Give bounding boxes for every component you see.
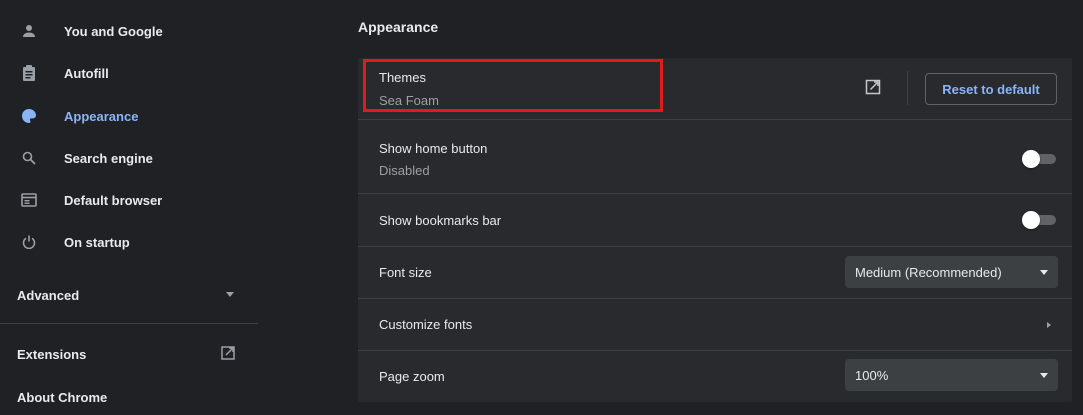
reset-theme-button[interactable]: Reset to default [925, 73, 1057, 105]
page-zoom-select[interactable]: 100% [845, 359, 1058, 391]
home-button-row[interactable]: Show home button Disabled [358, 120, 1072, 182]
advanced-expander[interactable]: Advanced [0, 276, 255, 314]
advanced-label: Advanced [17, 287, 80, 303]
chevron-down-icon [226, 292, 234, 297]
open-in-new-icon[interactable] [865, 79, 881, 95]
sidebar-item-label: Default browser [64, 192, 163, 208]
browser-icon [20, 191, 38, 209]
toggle-knob [1022, 211, 1040, 229]
person-icon [20, 22, 38, 40]
open-in-new-icon[interactable] [221, 346, 235, 360]
page-zoom-label: Page zoom [379, 369, 445, 384]
bookmarks-bar-row[interactable]: Show bookmarks bar [358, 194, 1072, 246]
home-button-label: Show home button [379, 141, 488, 156]
about-chrome-link[interactable]: About Chrome [17, 390, 107, 405]
dropdown-arrow-icon [1040, 270, 1048, 275]
sidebar-divider [0, 323, 258, 324]
bookmarks-bar-label: Show bookmarks bar [379, 213, 502, 228]
sidebar-item-label: Autofill [64, 65, 109, 81]
customize-fonts-row[interactable]: Customize fonts [358, 299, 1072, 350]
power-icon [20, 233, 38, 251]
settings-sidebar: You and Google Autofill Appearance Searc… [0, 0, 260, 415]
customize-fonts-label: Customize fonts [379, 317, 473, 332]
dropdown-arrow-icon [1040, 373, 1048, 378]
clipboard-icon [20, 64, 38, 82]
sidebar-item-autofill[interactable]: Autofill [0, 53, 255, 93]
font-size-select[interactable]: Medium (Recommended) [845, 256, 1058, 288]
toggle-knob [1022, 150, 1040, 168]
sidebar-item-on-startup[interactable]: On startup [0, 222, 255, 262]
palette-icon [20, 107, 38, 125]
sidebar-item-search-engine[interactable]: Search engine [0, 138, 255, 178]
search-icon [20, 149, 38, 167]
sidebar-item-appearance[interactable]: Appearance [0, 96, 255, 136]
page-zoom-selected: 100% [855, 368, 889, 383]
bookmarks-bar-toggle[interactable] [1022, 211, 1058, 229]
sidebar-item-default-browser[interactable]: Default browser [0, 180, 255, 220]
font-size-selected: Medium (Recommended) [855, 265, 1002, 280]
sidebar-item-label: On startup [64, 234, 130, 250]
vertical-separator [907, 71, 908, 105]
home-button-status: Disabled [379, 163, 430, 178]
home-button-toggle[interactable] [1022, 150, 1058, 168]
font-size-label: Font size [379, 265, 432, 280]
extensions-link[interactable]: Extensions [17, 347, 86, 362]
sidebar-item-label: Appearance [64, 108, 139, 124]
chevron-right-icon[interactable] [1044, 318, 1054, 328]
themes-highlight-box [363, 59, 663, 112]
sidebar-item-label: Search engine [64, 150, 153, 166]
sidebar-item-label: You and Google [64, 23, 163, 39]
sidebar-item-you-and-google[interactable]: You and Google [0, 11, 255, 51]
page-title: Appearance [358, 19, 439, 35]
